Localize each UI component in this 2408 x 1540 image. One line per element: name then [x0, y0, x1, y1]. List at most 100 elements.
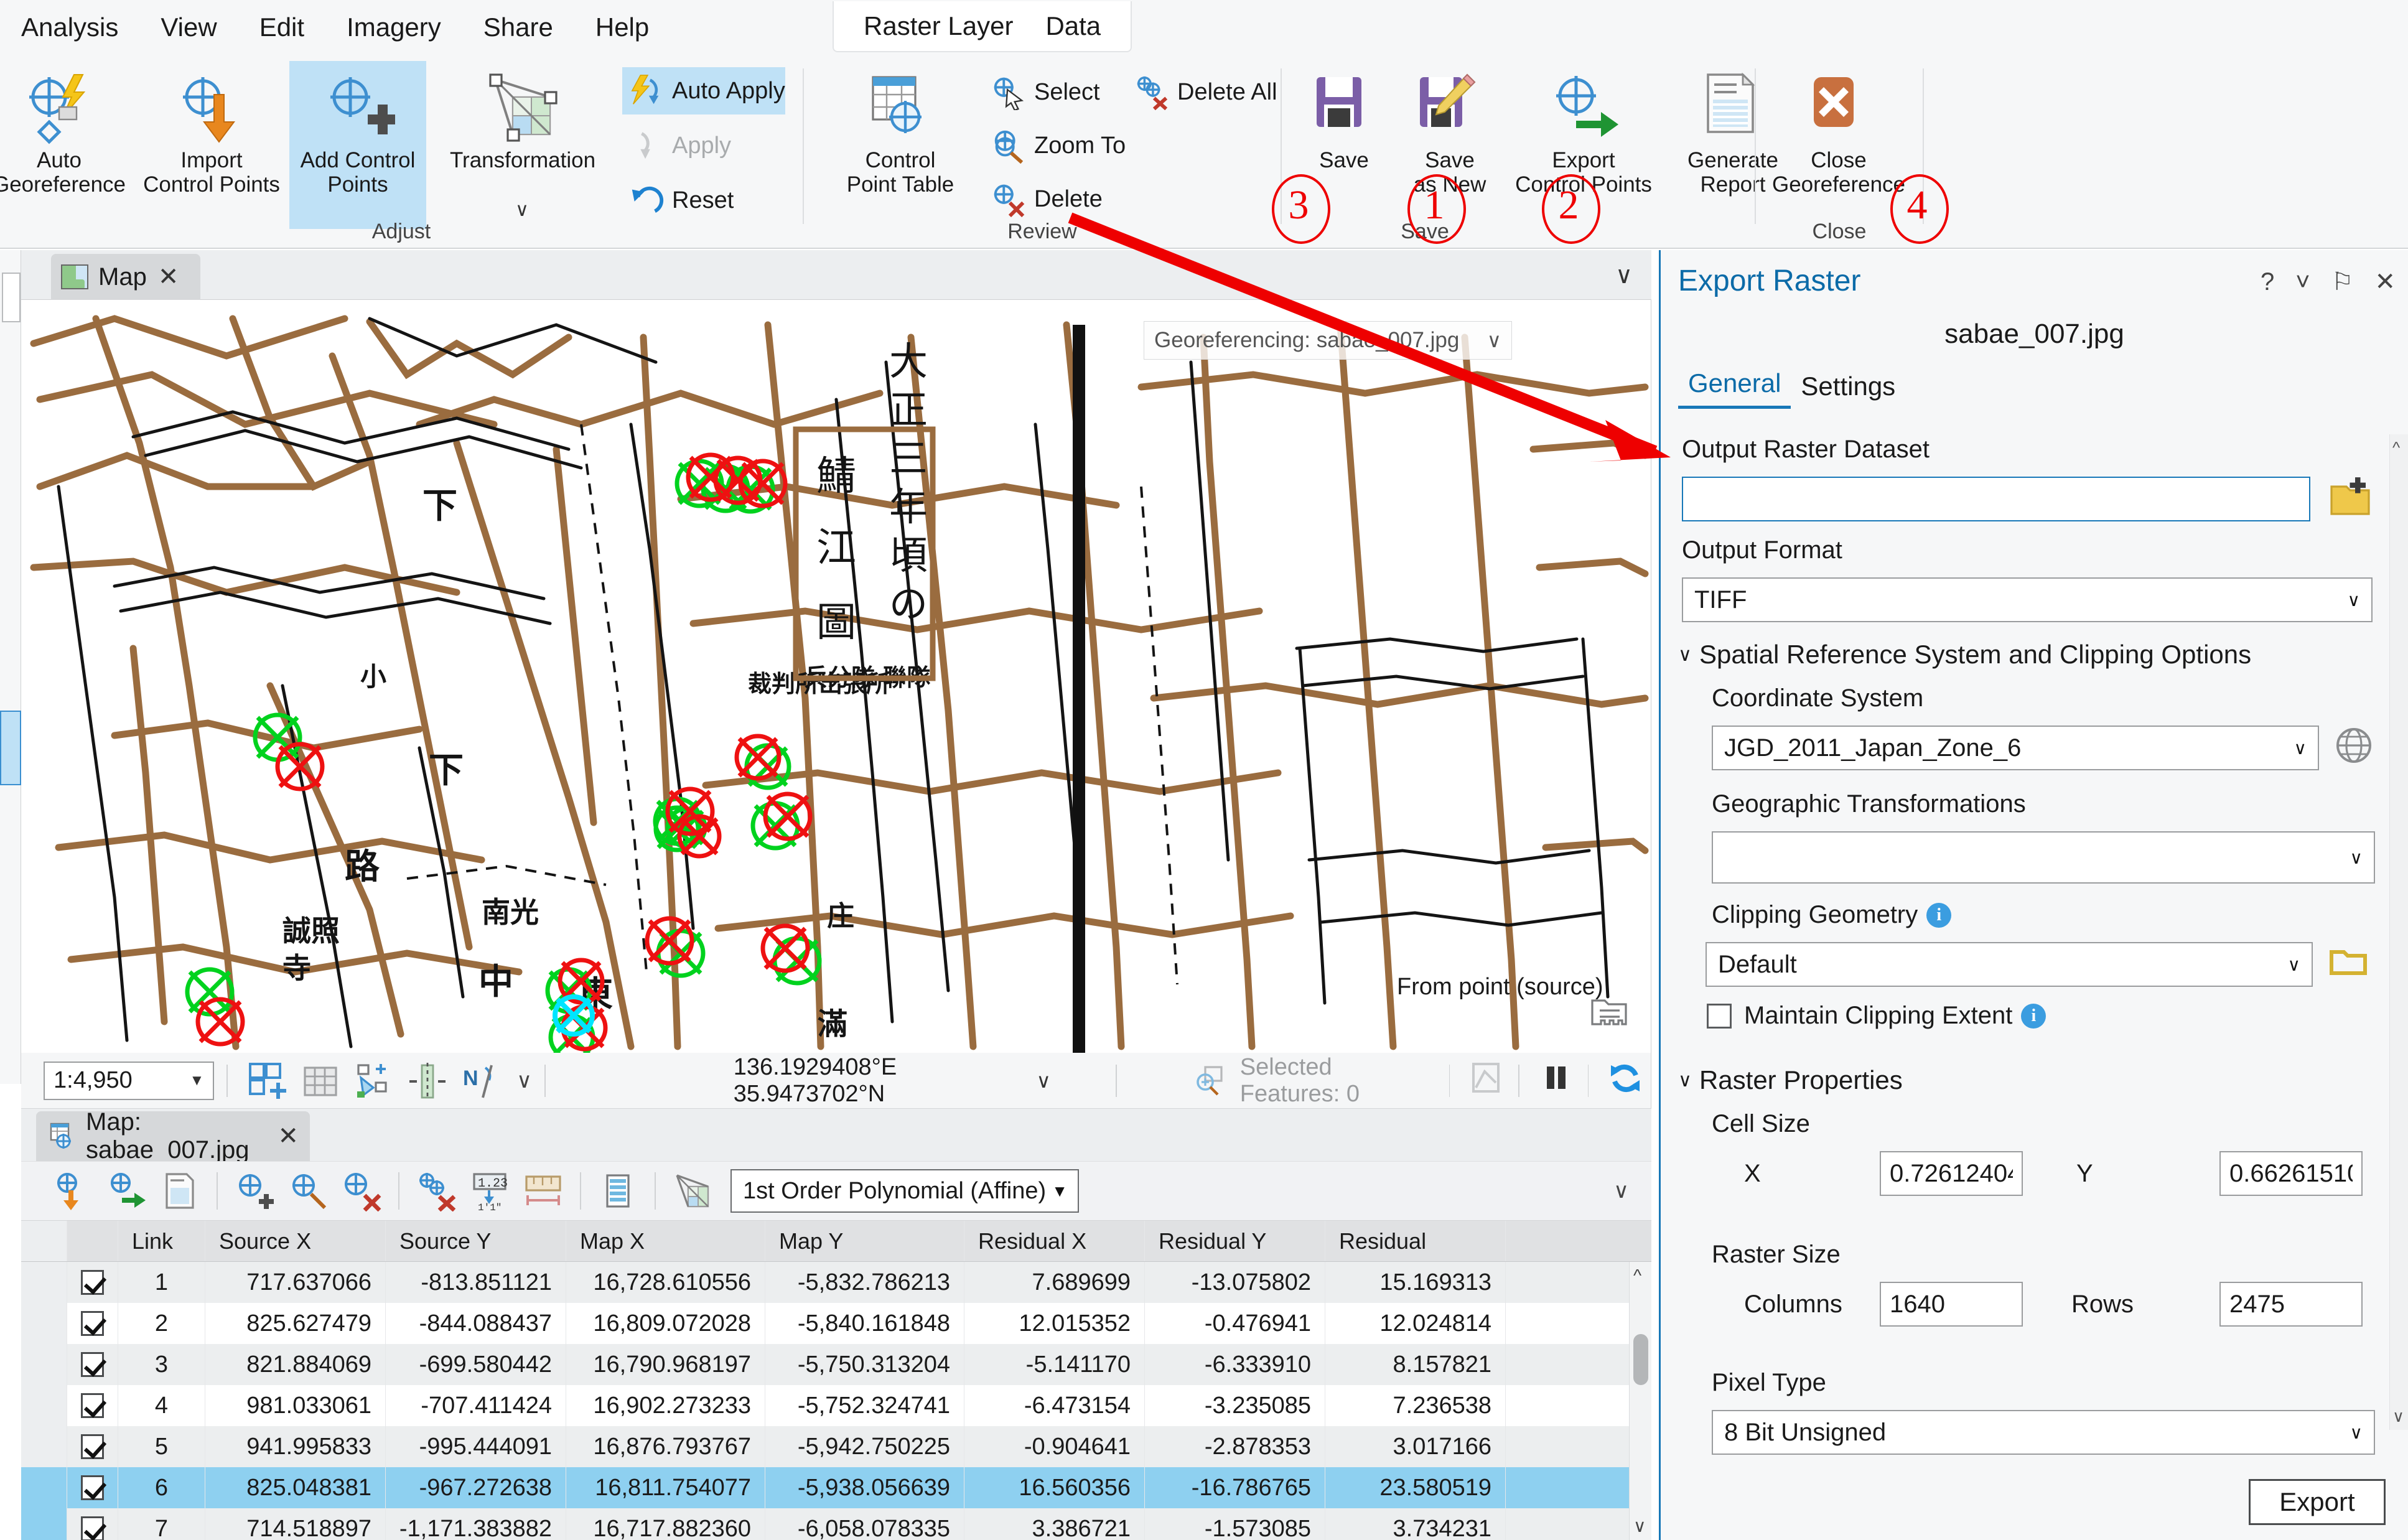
row-checkbox-cell[interactable] [67, 1426, 118, 1467]
units-icon[interactable] [523, 1170, 564, 1211]
cell-map-x[interactable]: 16,790.968197 [566, 1344, 765, 1385]
auto-apply-button[interactable]: Auto Apply [622, 67, 785, 114]
clipping-geometry-select[interactable]: Default ∨ [1706, 942, 2313, 987]
cell-map-y[interactable]: -6,058.078335 [765, 1508, 964, 1540]
header-residual-y[interactable]: Residual Y [1145, 1221, 1325, 1261]
chevron-down-icon[interactable]: ∨ [1615, 261, 1633, 289]
cell-source-y[interactable]: -995.444091 [386, 1426, 566, 1467]
reset-button[interactable]: Reset [622, 177, 740, 224]
select-button[interactable]: Select [984, 68, 1106, 116]
cell-size-y-input[interactable]: 0.66261510 [2219, 1151, 2363, 1196]
globe-icon[interactable] [2333, 724, 2375, 767]
row-checkbox[interactable] [81, 1352, 104, 1377]
raster-properties-section-header[interactable]: ∨ Raster Properties [1678, 1065, 1903, 1095]
cell-map-y[interactable]: -5,752.324741 [765, 1385, 964, 1426]
cell-residual-y[interactable]: -1.573085 [1145, 1508, 1325, 1540]
chevron-down-icon[interactable]: ∨ [2350, 847, 2363, 868]
scroll-up-icon[interactable]: ^ [1633, 1266, 1641, 1286]
control-point-table[interactable]: Link Source X Source Y Map X Map Y Resid… [21, 1221, 1651, 1540]
table-options-icon[interactable] [597, 1170, 638, 1211]
cell-residual-y[interactable]: -6.333910 [1145, 1344, 1325, 1385]
header-map-x[interactable]: Map X [566, 1221, 765, 1261]
cell-link[interactable]: 2 [118, 1303, 205, 1344]
row-gutter[interactable] [21, 1344, 67, 1385]
row-checkbox-cell[interactable] [67, 1385, 118, 1426]
cell-source-y[interactable]: -707.411424 [386, 1385, 566, 1426]
cell-residual-y[interactable]: -0.476941 [1145, 1303, 1325, 1344]
chevron-down-icon[interactable]: ∨ [515, 199, 529, 221]
cell-source-y[interactable]: -844.088437 [386, 1303, 566, 1344]
header-residual[interactable]: Residual [1325, 1221, 1506, 1261]
pause-drawing-icon[interactable] [1538, 1060, 1575, 1101]
table-scroll-thumb[interactable] [1633, 1334, 1648, 1385]
row-gutter[interactable] [21, 1426, 67, 1467]
panel-scrollbar[interactable]: ^ ∨ [2389, 434, 2408, 1430]
apply-button[interactable]: Apply [622, 122, 737, 169]
export-button[interactable]: Export [2249, 1479, 2386, 1525]
cell-map-y[interactable]: -5,942.750225 [765, 1426, 964, 1467]
cell-map-x[interactable]: 16,809.072028 [566, 1303, 765, 1344]
chevron-down-icon[interactable]: ▼ [1052, 1182, 1068, 1201]
cell-map-x[interactable]: 16,717.882360 [566, 1508, 765, 1540]
cell-source-y[interactable]: -699.580442 [386, 1344, 566, 1385]
cell-link[interactable]: 1 [118, 1262, 205, 1303]
tab-raster-layer[interactable]: Raster Layer [847, 11, 1029, 41]
menu-item-help[interactable]: Help [574, 0, 670, 55]
delete-point-icon[interactable] [341, 1170, 382, 1212]
row-checkbox-cell[interactable] [67, 1467, 118, 1508]
close-icon[interactable]: ✕ [278, 1122, 299, 1150]
cell-residual-y[interactable]: -13.075802 [1145, 1262, 1325, 1303]
map-canvas[interactable]: 下 下 小 路 南光 誠照 寺 中 東 庄 滿 裁判所出張所 兵分隊 聯隊 大正… [21, 300, 1651, 1053]
rows-input[interactable]: 2475 [2219, 1282, 2363, 1327]
cell-residual-x[interactable]: -6.473154 [964, 1385, 1145, 1426]
add-point-icon[interactable] [234, 1170, 275, 1211]
cell-residual[interactable]: 12.024814 [1325, 1303, 1506, 1344]
row-checkbox[interactable] [81, 1516, 104, 1540]
table-row[interactable]: 5 941.995833 -995.444091 16,876.793767 -5,94… [21, 1426, 1651, 1467]
row-checkbox[interactable] [81, 1311, 104, 1336]
output-format-select[interactable]: TIFF ∨ [1682, 577, 2373, 622]
cell-map-y[interactable]: -5,750.313204 [765, 1344, 964, 1385]
explore-icon[interactable] [353, 1060, 394, 1101]
chevron-down-icon[interactable]: ∨ [2348, 590, 2361, 610]
help-icon[interactable]: ? [2261, 268, 2274, 296]
import-control-points-button[interactable]: Import Control Points [134, 61, 289, 229]
report-icon[interactable] [159, 1170, 200, 1211]
chevron-down-icon[interactable]: ▼ [189, 1072, 204, 1090]
srs-section-header[interactable]: ∨ Spatial Reference System and Clipping … [1678, 640, 2251, 670]
chevron-down-icon[interactable]: ∨ [1613, 1178, 1629, 1203]
cell-residual-x[interactable]: 7.689699 [964, 1262, 1145, 1303]
maintain-clipping-extent-checkbox[interactable] [1707, 1003, 1732, 1029]
table-row[interactable]: 3 821.884069 -699.580442 16,790.968197 -5,75… [21, 1344, 1651, 1385]
row-gutter[interactable] [21, 1508, 67, 1540]
cell-residual-x[interactable]: 12.015352 [964, 1303, 1145, 1344]
cell-residual[interactable]: 3.017166 [1325, 1426, 1506, 1467]
row-gutter[interactable] [21, 1385, 67, 1426]
cell-map-y[interactable]: -5,840.161848 [765, 1303, 964, 1344]
cell-residual-y[interactable]: -2.878353 [1145, 1426, 1325, 1467]
cell-map-x[interactable]: 16,811.754077 [566, 1467, 765, 1508]
cell-source-x[interactable]: 825.048381 [205, 1467, 386, 1508]
auto-georeference-button[interactable]: Auto Georeference [0, 61, 137, 229]
cell-map-y[interactable]: -5,938.056639 [765, 1467, 964, 1508]
cell-map-x[interactable]: 16,902.273233 [566, 1385, 765, 1426]
measure-icon[interactable] [407, 1060, 448, 1101]
pixel-type-select[interactable]: 8 Bit Unsigned ∨ [1712, 1410, 2375, 1455]
cell-source-x[interactable]: 941.995833 [205, 1426, 386, 1467]
zoom-to-point-icon[interactable] [287, 1170, 329, 1211]
cell-link[interactable]: 6 [118, 1467, 205, 1508]
header-link[interactable]: Link [118, 1221, 205, 1261]
numeric-format-icon[interactable]: 1.23 1'1" [469, 1170, 510, 1213]
pin-icon[interactable]: ⚐ [2331, 268, 2354, 296]
cell-residual-x[interactable]: 3.386721 [964, 1508, 1145, 1540]
chevron-down-icon[interactable]: ˅ [2295, 268, 2310, 296]
scroll-up-icon[interactable]: ^ [2392, 438, 2400, 457]
transformation-select[interactable]: 1st Order Polynomial (Affine) ▼ [730, 1169, 1079, 1213]
cell-residual-y[interactable]: -3.235085 [1145, 1385, 1325, 1426]
cell-source-y[interactable]: -1,171.383882 [386, 1508, 566, 1540]
tab-settings[interactable]: Settings [1791, 371, 1905, 409]
menu-item-share[interactable]: Share [462, 0, 574, 55]
collapsed-side-panel[interactable] [0, 250, 21, 1084]
chevron-down-icon[interactable]: ∨ [1678, 644, 1692, 666]
transformation-button[interactable]: Transformation ∨ [429, 61, 616, 229]
